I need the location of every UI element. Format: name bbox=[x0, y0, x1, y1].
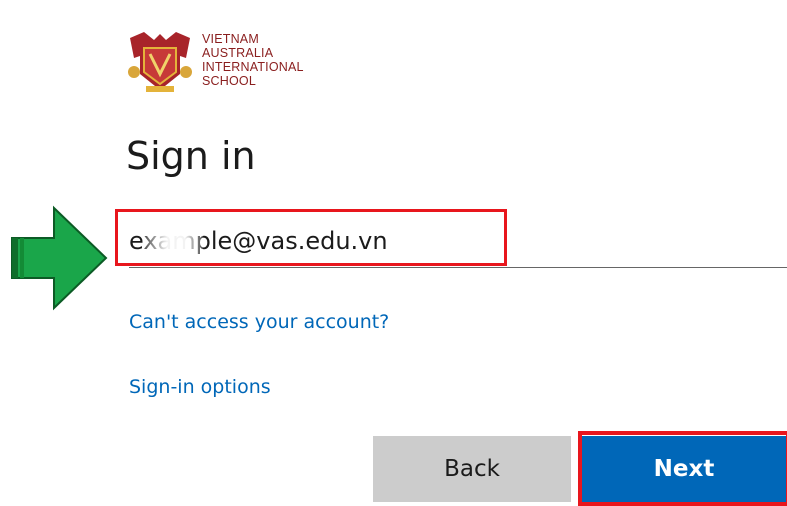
logo-text: VIETNAM AUSTRALIA INTERNATIONAL SCHOOL bbox=[202, 32, 304, 88]
green-arrow-icon bbox=[11, 205, 108, 311]
logo-line: VIETNAM bbox=[202, 32, 259, 46]
school-logo: VIETNAM AUSTRALIA INTERNATIONAL SCHOOL bbox=[124, 26, 344, 102]
page-title: Sign in bbox=[126, 134, 256, 178]
logo-line: SCHOOL bbox=[202, 74, 256, 88]
email-underline bbox=[129, 267, 787, 268]
next-button[interactable]: Next bbox=[578, 436, 787, 502]
email-highlight-box bbox=[115, 209, 507, 266]
logo-line: AUSTRALIA bbox=[202, 46, 274, 60]
school-crest-icon bbox=[128, 32, 192, 92]
back-button[interactable]: Back bbox=[373, 436, 571, 502]
logo-line: INTERNATIONAL bbox=[202, 60, 304, 74]
cant-access-account-link[interactable]: Can't access your account? bbox=[129, 311, 389, 333]
email-field-container bbox=[115, 209, 787, 273]
signin-options-link[interactable]: Sign-in options bbox=[129, 376, 271, 398]
